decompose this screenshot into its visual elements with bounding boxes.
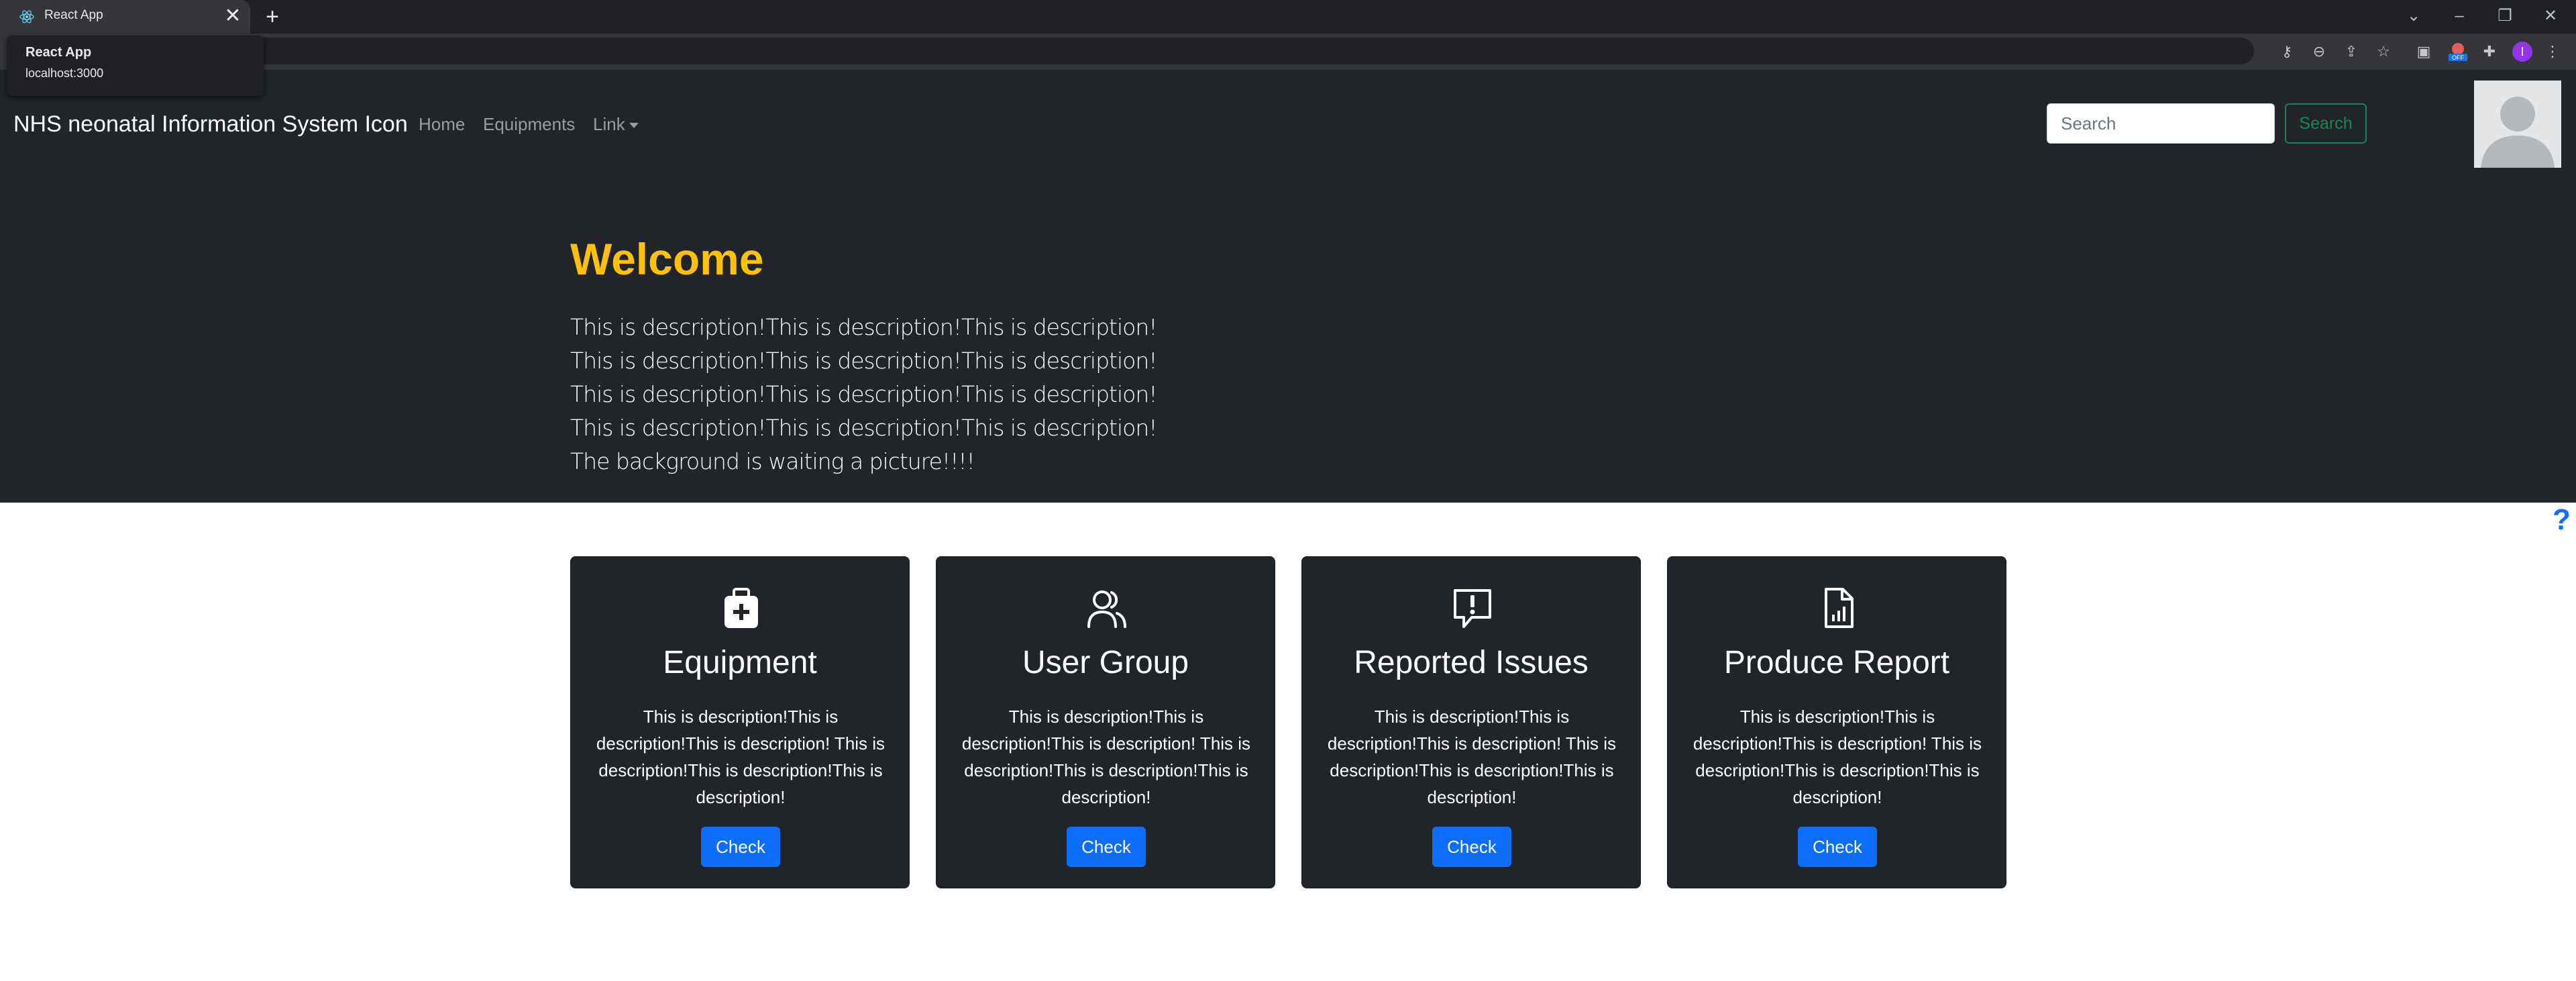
card-produce-report: Produce Report This is description!This … [1667,556,2006,888]
hero-description-line: This is description!This is description!… [570,314,1157,340]
react-logo-icon [19,10,34,23]
tab-search-icon[interactable]: ⌄ [2400,4,2427,28]
search-button[interactable]: Search [2285,103,2367,144]
menu-kebab-icon[interactable]: ⋮ [2543,42,2562,61]
tooltip-title: React App [25,45,92,60]
extension-off-icon[interactable]: OFF [2447,42,2469,62]
card-text: This is description!This is description!… [1693,707,1982,807]
browser-tabstrip: React App ✕ + ⌄ – ❐ ✕ [0,0,2576,34]
help-question-icon[interactable]: ? [2553,503,2571,537]
check-button[interactable]: Check [1067,827,1146,867]
hero-description-line: This is description!This is description!… [570,415,1157,441]
medical-case-icon [724,588,758,628]
card-title: Reported Issues [1354,645,1589,680]
profile-avatar[interactable]: I [2512,42,2532,62]
caret-down-icon [629,123,639,129]
card-text: This is description!This is description!… [596,707,885,807]
search-input[interactable] [2047,103,2275,144]
card-title: Equipment [663,645,817,680]
user-avatar[interactable] [2474,81,2561,168]
tab-title: React App [44,8,103,22]
card-reported-issues: Reported Issues This is description!This… [1301,556,1641,888]
address-bar[interactable]: e [201,38,2254,64]
share-icon[interactable]: ⇪ [2342,42,2361,61]
browser-toolbar: e ⚷ ⊖ ⇪ ☆ ▣ OFF ✚ I ⋮ [0,34,2576,70]
new-tab-icon[interactable]: + [260,3,284,30]
nav-link-home[interactable]: Home [419,114,465,135]
hero-description-line: The background is waiting a picture!!!! [570,448,975,474]
user-silhouette-icon [2481,97,2555,168]
card-user-group: User Group This is description!This is d… [936,556,1275,888]
nav-link-label: Link [593,114,625,134]
zoom-icon[interactable]: ⊖ [2310,42,2328,61]
check-button[interactable]: Check [1798,827,1877,867]
user-group-icon [1087,590,1126,628]
check-button[interactable]: Check [1432,827,1511,867]
close-tab-icon[interactable]: ✕ [221,5,244,28]
close-window-icon[interactable]: ✕ [2537,4,2564,28]
extensions-puzzle-icon[interactable]: ✚ [2480,42,2499,61]
nav-link-dropdown[interactable]: Link [593,114,639,135]
card-equipment: Equipment This is description!This is de… [570,556,910,888]
card-title: User Group [1022,645,1189,680]
hero-section: NHS neonatal Information System Icon Hom… [0,70,2576,503]
check-button[interactable]: Check [701,827,780,867]
card-text: This is description!This is description!… [961,707,1251,807]
bookmark-star-icon[interactable]: ☆ [2374,42,2393,61]
welcome-heading: Welcome [570,234,764,284]
report-issue-icon [1454,589,1491,628]
nav-link-equipments[interactable]: Equipments [483,114,575,135]
card-text: This is description!This is description!… [1327,707,1617,807]
tab-hover-tooltip: React App localhost:3000 [7,36,264,96]
report-file-icon [1825,588,1854,628]
browser-tab[interactable]: React App ✕ [0,0,250,34]
navbar-brand[interactable]: NHS neonatal Information System Icon [13,111,408,138]
hero-description-line: This is description!This is description!… [570,381,1157,407]
restore-icon[interactable]: ❐ [2491,4,2518,28]
card-title: Produce Report [1723,645,1950,680]
hero-description-line: This is description!This is description!… [570,348,1157,374]
minimize-icon[interactable]: – [2446,4,2473,28]
reading-mode-icon[interactable]: ▣ [2414,42,2433,61]
key-icon[interactable]: ⚷ [2277,42,2296,61]
tooltip-url: localhost:3000 [25,66,104,80]
svg-text:OFF: OFF [2452,54,2464,61]
